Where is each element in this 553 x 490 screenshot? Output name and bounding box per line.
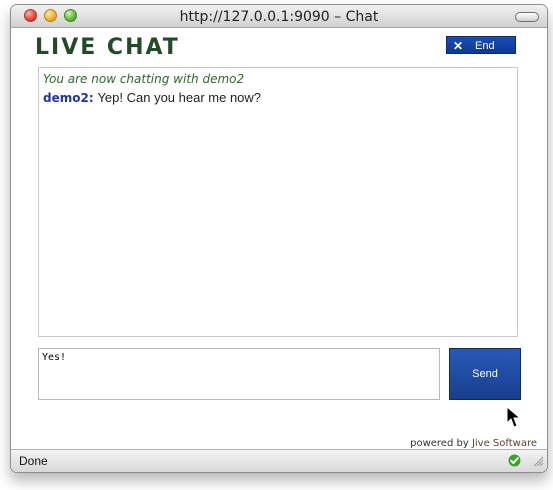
jive-software-brand: Jive Software: [471, 438, 537, 449]
end-button-label: End: [475, 40, 495, 52]
chat-transcript[interactable]: You are now chatting with demo2 demo2: Y…: [38, 67, 518, 337]
window-title: http://127.0.0.1:9090 – Chat: [179, 9, 379, 25]
screenshot-stage: http://127.0.0.1:9090 – Chat LIVE CHAT ✕…: [0, 0, 553, 490]
check-circle-icon: [508, 454, 521, 467]
message-speaker: demo2:: [43, 91, 94, 105]
toolbar-toggle-button[interactable]: [515, 12, 539, 22]
close-icon: ✕: [453, 39, 464, 53]
system-message: You are now chatting with demo2: [43, 72, 245, 86]
mouse-pointer-icon: [506, 406, 522, 428]
message-text: Yep! Can you hear me now?: [97, 90, 262, 105]
page-title: LIVE CHAT: [35, 35, 180, 60]
end-chat-button[interactable]: ✕ End: [446, 36, 516, 54]
powered-by-text: powered by Jive Software: [410, 438, 537, 449]
resize-grip-icon[interactable]: [532, 455, 544, 467]
message-input[interactable]: [38, 348, 440, 400]
chat-message: demo2: Yep! Can you hear me now?: [43, 90, 261, 106]
powered-by-prefix: powered by: [410, 438, 469, 449]
status-text: Done: [19, 454, 48, 468]
title-bar: http://127.0.0.1:9090 – Chat: [11, 5, 547, 28]
status-bar: Done: [11, 449, 547, 472]
chat-page: LIVE CHAT ✕ End You are now chatting wit…: [11, 28, 547, 449]
send-button[interactable]: Send: [449, 348, 521, 400]
browser-window: http://127.0.0.1:9090 – Chat LIVE CHAT ✕…: [10, 4, 548, 473]
